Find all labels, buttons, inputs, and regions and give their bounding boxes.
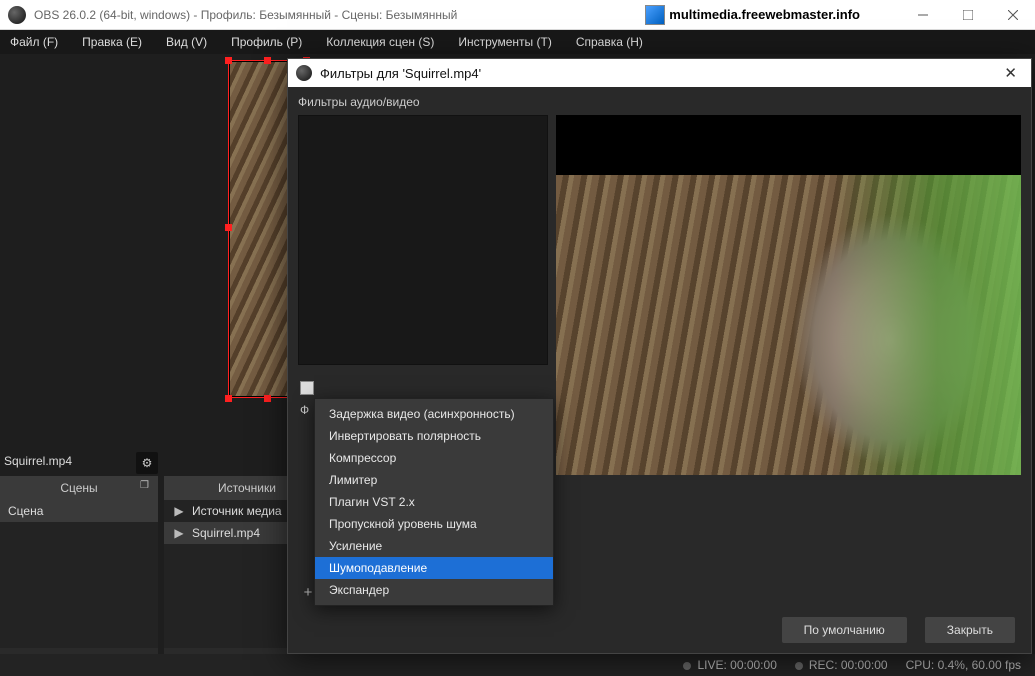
dialog-title: Фильтры для 'Squirrel.mp4' bbox=[320, 66, 481, 81]
window-titlebar: OBS 26.0.2 (64-bit, windows) - Профиль: … bbox=[0, 0, 1035, 30]
resize-handle-s[interactable] bbox=[264, 395, 271, 402]
menu-help[interactable]: Справка (H) bbox=[572, 33, 647, 51]
menu-item-video-delay[interactable]: Задержка видео (асинхронность) bbox=[315, 403, 553, 425]
resize-handle-nw[interactable] bbox=[225, 57, 232, 64]
dialog-close-button[interactable]: ✕ bbox=[998, 64, 1023, 82]
resize-handle-w[interactable] bbox=[225, 224, 232, 231]
filter-checkbox[interactable] bbox=[300, 381, 314, 395]
menu-item-vst-plugin[interactable]: Плагин VST 2.x bbox=[315, 491, 553, 513]
obs-app-icon bbox=[296, 65, 312, 81]
filter-preview bbox=[556, 115, 1021, 365]
window-maximize-button[interactable] bbox=[945, 0, 990, 29]
status-live: LIVE: 00:00:00 bbox=[683, 658, 776, 672]
visibility-toggle-icon[interactable]: ▶ bbox=[172, 504, 186, 518]
obs-app-icon bbox=[8, 6, 26, 24]
menu-scene-collection[interactable]: Коллекция сцен (S) bbox=[322, 33, 438, 51]
menu-edit[interactable]: Правка (E) bbox=[78, 33, 146, 51]
menu-item-noise-suppression[interactable]: Шумоподавление bbox=[315, 557, 553, 579]
scenes-list[interactable]: Сцена bbox=[0, 500, 158, 648]
menu-item-noise-gate[interactable]: Пропускной уровень шума bbox=[315, 513, 553, 535]
scene-row[interactable]: Сцена bbox=[0, 500, 158, 522]
status-cpu: CPU: 0.4%, 60.00 fps bbox=[906, 658, 1021, 672]
rec-dot-icon bbox=[795, 662, 803, 670]
filter-section-label: Фильтры аудио/видео bbox=[288, 87, 1031, 115]
menu-file[interactable]: Файл (F) bbox=[6, 33, 62, 51]
menu-tools[interactable]: Инструменты (T) bbox=[454, 33, 555, 51]
dialog-footer: По умолчанию Закрыть bbox=[288, 607, 1031, 653]
menu-item-limiter[interactable]: Лимитер bbox=[315, 469, 553, 491]
sources-header-label: Источники bbox=[218, 481, 276, 495]
menu-item-expander[interactable]: Экспандер bbox=[315, 579, 553, 601]
close-button[interactable]: Закрыть bbox=[925, 617, 1015, 643]
window-minimize-button[interactable] bbox=[900, 0, 945, 29]
live-dot-icon bbox=[683, 662, 691, 670]
branding-text: multimedia.freewebmaster.info bbox=[669, 7, 860, 22]
defaults-button[interactable]: По умолчанию bbox=[782, 617, 907, 643]
preview-settings-button[interactable]: ⚙ bbox=[136, 452, 158, 474]
menu-view[interactable]: Вид (V) bbox=[162, 33, 211, 51]
menu-item-gain[interactable]: Усиление bbox=[315, 535, 553, 557]
statusbar: LIVE: 00:00:00 REC: 00:00:00 CPU: 0.4%, … bbox=[0, 654, 1035, 676]
scenes-header: Сцены ❐ bbox=[0, 476, 158, 500]
filters-listbox[interactable] bbox=[298, 115, 548, 365]
source-name: Squirrel.mp4 bbox=[192, 526, 260, 540]
window-title: OBS 26.0.2 (64-bit, windows) - Профиль: … bbox=[34, 8, 457, 22]
window-close-button[interactable] bbox=[990, 0, 1035, 29]
scenes-panel: Сцены ❐ Сцена + − ∧ ∨ bbox=[0, 476, 158, 676]
menu-profile[interactable]: Профиль (P) bbox=[227, 33, 306, 51]
branding-icon bbox=[645, 5, 665, 25]
visibility-toggle-icon[interactable]: ▶ bbox=[172, 526, 186, 540]
scenes-header-label: Сцены bbox=[60, 481, 97, 495]
workspace: Squirrel.mp4 ⚙ Сцены ❐ Сцена + − ∧ ∨ Ист… bbox=[0, 54, 1035, 676]
undock-icon[interactable]: ❐ bbox=[140, 480, 154, 494]
menu-item-compressor[interactable]: Компрессор bbox=[315, 447, 553, 469]
resize-handle-sw[interactable] bbox=[225, 395, 232, 402]
window-controls bbox=[900, 0, 1035, 29]
source-name: Источник медиа bbox=[192, 504, 282, 518]
main-menubar: Файл (F) Правка (E) Вид (V) Профиль (P) … bbox=[0, 30, 1035, 54]
filter-preview-image bbox=[556, 175, 1021, 475]
resize-handle-n[interactable] bbox=[264, 57, 271, 64]
preview-file-label: Squirrel.mp4 bbox=[4, 454, 72, 468]
scene-name: Сцена bbox=[8, 504, 43, 518]
status-rec: REC: 00:00:00 bbox=[795, 658, 888, 672]
menu-item-invert-polarity[interactable]: Инвертировать полярность bbox=[315, 425, 553, 447]
add-filter-menu: Задержка видео (асинхронность) Инвертиро… bbox=[314, 398, 554, 606]
dialog-titlebar[interactable]: Фильтры для 'Squirrel.mp4' ✕ bbox=[288, 59, 1031, 87]
